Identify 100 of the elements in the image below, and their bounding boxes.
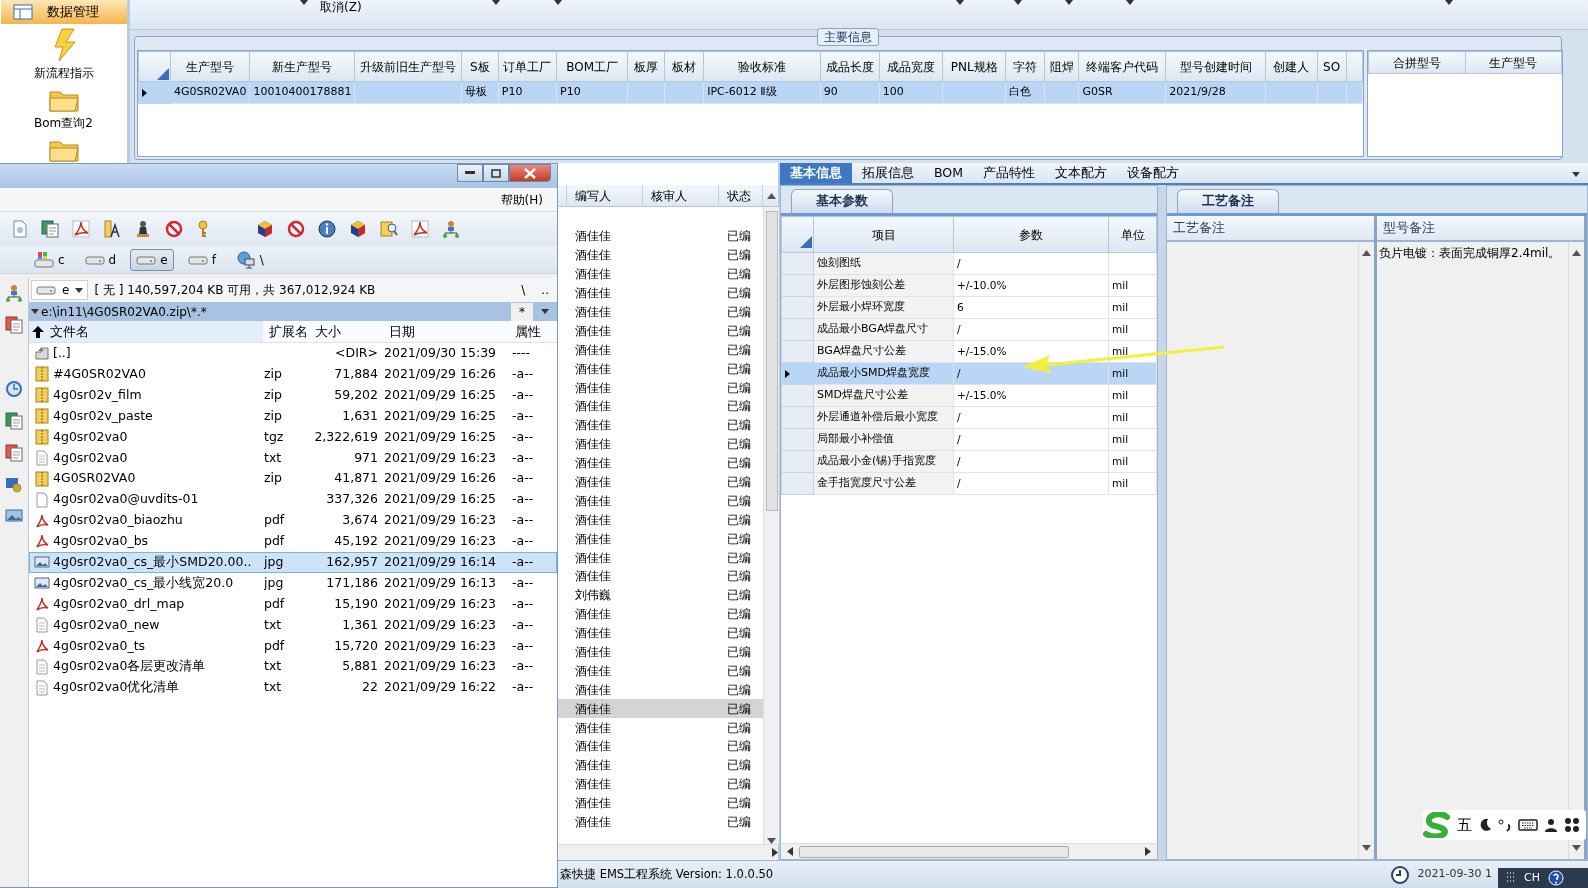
drive-button[interactable]: f xyxy=(181,248,222,271)
subtab[interactable]: 工艺备注 xyxy=(1177,189,1279,213)
scroll-up-icon[interactable] xyxy=(767,193,776,199)
close-button[interactable] xyxy=(509,164,551,182)
column-header[interactable]: 参数 xyxy=(953,216,1109,253)
minimize-button[interactable] xyxy=(457,164,483,182)
column-header[interactable]: 板材 xyxy=(664,51,704,82)
list-row[interactable]: 酒佳佳 已编 xyxy=(557,321,763,341)
column-header[interactable]: 验收标准 xyxy=(703,51,821,82)
sidebar-header[interactable]: 数据管理 xyxy=(0,0,127,24)
list-row[interactable]: 酒佳佳 已编 xyxy=(557,548,763,568)
column-header[interactable]: 阻焊 xyxy=(1044,51,1079,82)
list-row[interactable]: 酒佳佳 已编 xyxy=(557,661,763,681)
tab[interactable]: 基本信息 xyxy=(780,163,852,183)
prohibited-icon[interactable] xyxy=(287,220,305,238)
scrollbar-thumb[interactable] xyxy=(765,211,778,511)
list-row[interactable]: 酒佳佳 已编 xyxy=(557,453,763,473)
spreadsheet-icon[interactable] xyxy=(5,412,23,430)
drive-button[interactable]: e xyxy=(130,248,174,271)
list-row[interactable]: 酒佳佳 已编 xyxy=(557,302,763,322)
caret-icon[interactable] xyxy=(1125,0,1134,5)
scroll-left-icon[interactable] xyxy=(787,847,793,856)
grid-menu-icon[interactable] xyxy=(1564,817,1580,833)
chess-piece-icon[interactable] xyxy=(134,220,152,238)
sync-icon[interactable] xyxy=(5,380,23,398)
list-row[interactable]: 酒佳佳 已编 xyxy=(557,774,763,794)
file-row[interactable]: 4g0sr02va0@uvdits-01 337,326 2021/09/29 16:25 -a-- xyxy=(29,489,557,511)
scrollbar-thumb[interactable] xyxy=(799,845,1069,858)
scroll-up-icon[interactable] xyxy=(1572,250,1581,256)
keyboard-icon[interactable] xyxy=(1518,818,1538,832)
drive-button[interactable]: c xyxy=(28,248,71,271)
sidebar-item[interactable]: 新流程指示 xyxy=(33,24,94,82)
file-row[interactable]: 4g0sr02va0_ts pdf 15,720 2021/09/29 16:23 -a-- xyxy=(29,635,557,657)
column-header[interactable]: 日期 xyxy=(383,321,509,342)
row-header[interactable] xyxy=(138,81,171,104)
language-indicator[interactable]: CH xyxy=(1524,869,1540,887)
column-header[interactable]: 型号创建时间 xyxy=(1165,51,1266,82)
column-header[interactable]: 字符 xyxy=(1005,51,1045,82)
list-row[interactable]: 酒佳佳 已编 xyxy=(557,623,763,643)
list-row[interactable]: 酒佳佳 已编 xyxy=(557,283,763,303)
prohibited-icon[interactable] xyxy=(165,220,183,238)
column-header[interactable]: SO xyxy=(1317,51,1347,82)
row-header[interactable] xyxy=(781,362,814,385)
sidebar-item[interactable]: Bom查询2 xyxy=(34,82,93,132)
tab[interactable]: 拓展信息 xyxy=(852,163,924,183)
menu-item[interactable]: 帮助(H) xyxy=(498,190,545,209)
list-row[interactable]: 酒佳佳 已编 xyxy=(557,340,763,360)
column-header[interactable]: 大小 xyxy=(309,321,383,342)
column-header[interactable]: 新生产型号 xyxy=(249,51,355,82)
list-row[interactable]: 酒佳佳 已编 xyxy=(557,812,763,832)
info-icon[interactable] xyxy=(318,220,336,238)
column-header[interactable]: 成品长度 xyxy=(820,51,880,82)
list-row[interactable]: 酒佳佳 已编 xyxy=(557,510,763,530)
maximize-button[interactable] xyxy=(483,164,509,182)
gear-icon[interactable] xyxy=(5,476,23,494)
list-row[interactable]: 酒佳佳 已编 xyxy=(557,491,763,511)
nav-button[interactable]: .. xyxy=(539,281,551,299)
list-row[interactable]: 酒佳佳 已编 xyxy=(557,359,763,379)
file-row[interactable]: 4g0sr02va0各层更改清单 txt 5,881 2021/09/29 16:23 -a-- xyxy=(29,656,557,678)
help-icon[interactable] xyxy=(1547,870,1564,886)
list-row[interactable]: 酒佳佳 已编 xyxy=(557,755,763,775)
input-mode-button[interactable]: 五 xyxy=(1457,813,1472,837)
list-row[interactable]: 酒佳佳 已编 xyxy=(557,434,763,454)
column-header[interactable]: 生产型号 xyxy=(1465,51,1562,74)
list-row[interactable]: 酒佳佳 已编 xyxy=(557,642,763,662)
compare-icon[interactable] xyxy=(5,444,23,462)
column-header[interactable]: 合拼型号 xyxy=(1368,51,1465,74)
compare-icon[interactable] xyxy=(5,316,23,334)
column-header[interactable]: PNL规格 xyxy=(942,51,1006,82)
list-row[interactable]: 酒佳佳 已编 xyxy=(557,264,763,284)
file-row[interactable]: 4g0sr02va0_biaozhu pdf 3,674 2021/09/29 16:23 -a-- xyxy=(29,510,557,531)
list-row[interactable]: 酒佳佳 已编 xyxy=(557,415,763,435)
column-header[interactable]: 升级前旧生产型号 xyxy=(354,51,462,82)
list-row[interactable]: 酒佳佳 已编 xyxy=(557,737,763,756)
file-row[interactable]: 4g0sr02va0_cs_最小SMD20.00.. jpg 162,957 2021/09/29 16:14 -a-- xyxy=(29,551,557,573)
path-field[interactable]: e:\in11\4G0SR02VA0.zip\*.* xyxy=(29,302,507,321)
column-header[interactable]: 状态 xyxy=(719,185,763,206)
column-header[interactable]: 文件名 xyxy=(29,321,263,342)
caret-icon[interactable] xyxy=(1572,172,1580,177)
column-header[interactable]: 板厚 xyxy=(627,51,665,82)
list-row[interactable]: 酒佳佳 已编 xyxy=(557,529,763,549)
caret-icon[interactable] xyxy=(553,0,562,5)
tab[interactable]: 设备配方 xyxy=(1117,163,1189,183)
user-icon[interactable] xyxy=(1544,818,1558,832)
scroll-right-icon[interactable] xyxy=(772,848,778,857)
file-row[interactable]: 4g0sr02va0 txt 971 2021/09/29 16:23 -a-- xyxy=(29,447,557,469)
input-method-logo-icon[interactable] xyxy=(1423,812,1451,838)
column-header[interactable]: 生产型号 xyxy=(170,51,250,82)
spreadsheet-icon[interactable] xyxy=(41,220,59,238)
scroll-down-icon[interactable] xyxy=(1572,845,1581,851)
list-row[interactable]: 酒佳佳 已编 xyxy=(557,718,763,738)
file-row[interactable]: 4G0SR02VA0 zip 41,871 2021/09/29 16:26 -a-- xyxy=(29,468,557,490)
list-row[interactable]: 酒佳佳 已编 xyxy=(557,245,763,265)
list-row[interactable]: 酒佳佳 已编 xyxy=(557,397,763,416)
column-header[interactable]: S板 xyxy=(461,51,499,82)
file-row[interactable]: 4g0sr02va0_new txt 1,361 2021/09/29 16:23 -a-- xyxy=(29,614,557,636)
list-row[interactable]: 酒佳佳 已编 xyxy=(557,699,763,719)
list-row[interactable]: 酒佳佳 已编 xyxy=(557,793,763,813)
column-header[interactable]: 成品宽度 xyxy=(879,51,943,82)
drive-select[interactable]: e xyxy=(31,280,89,300)
